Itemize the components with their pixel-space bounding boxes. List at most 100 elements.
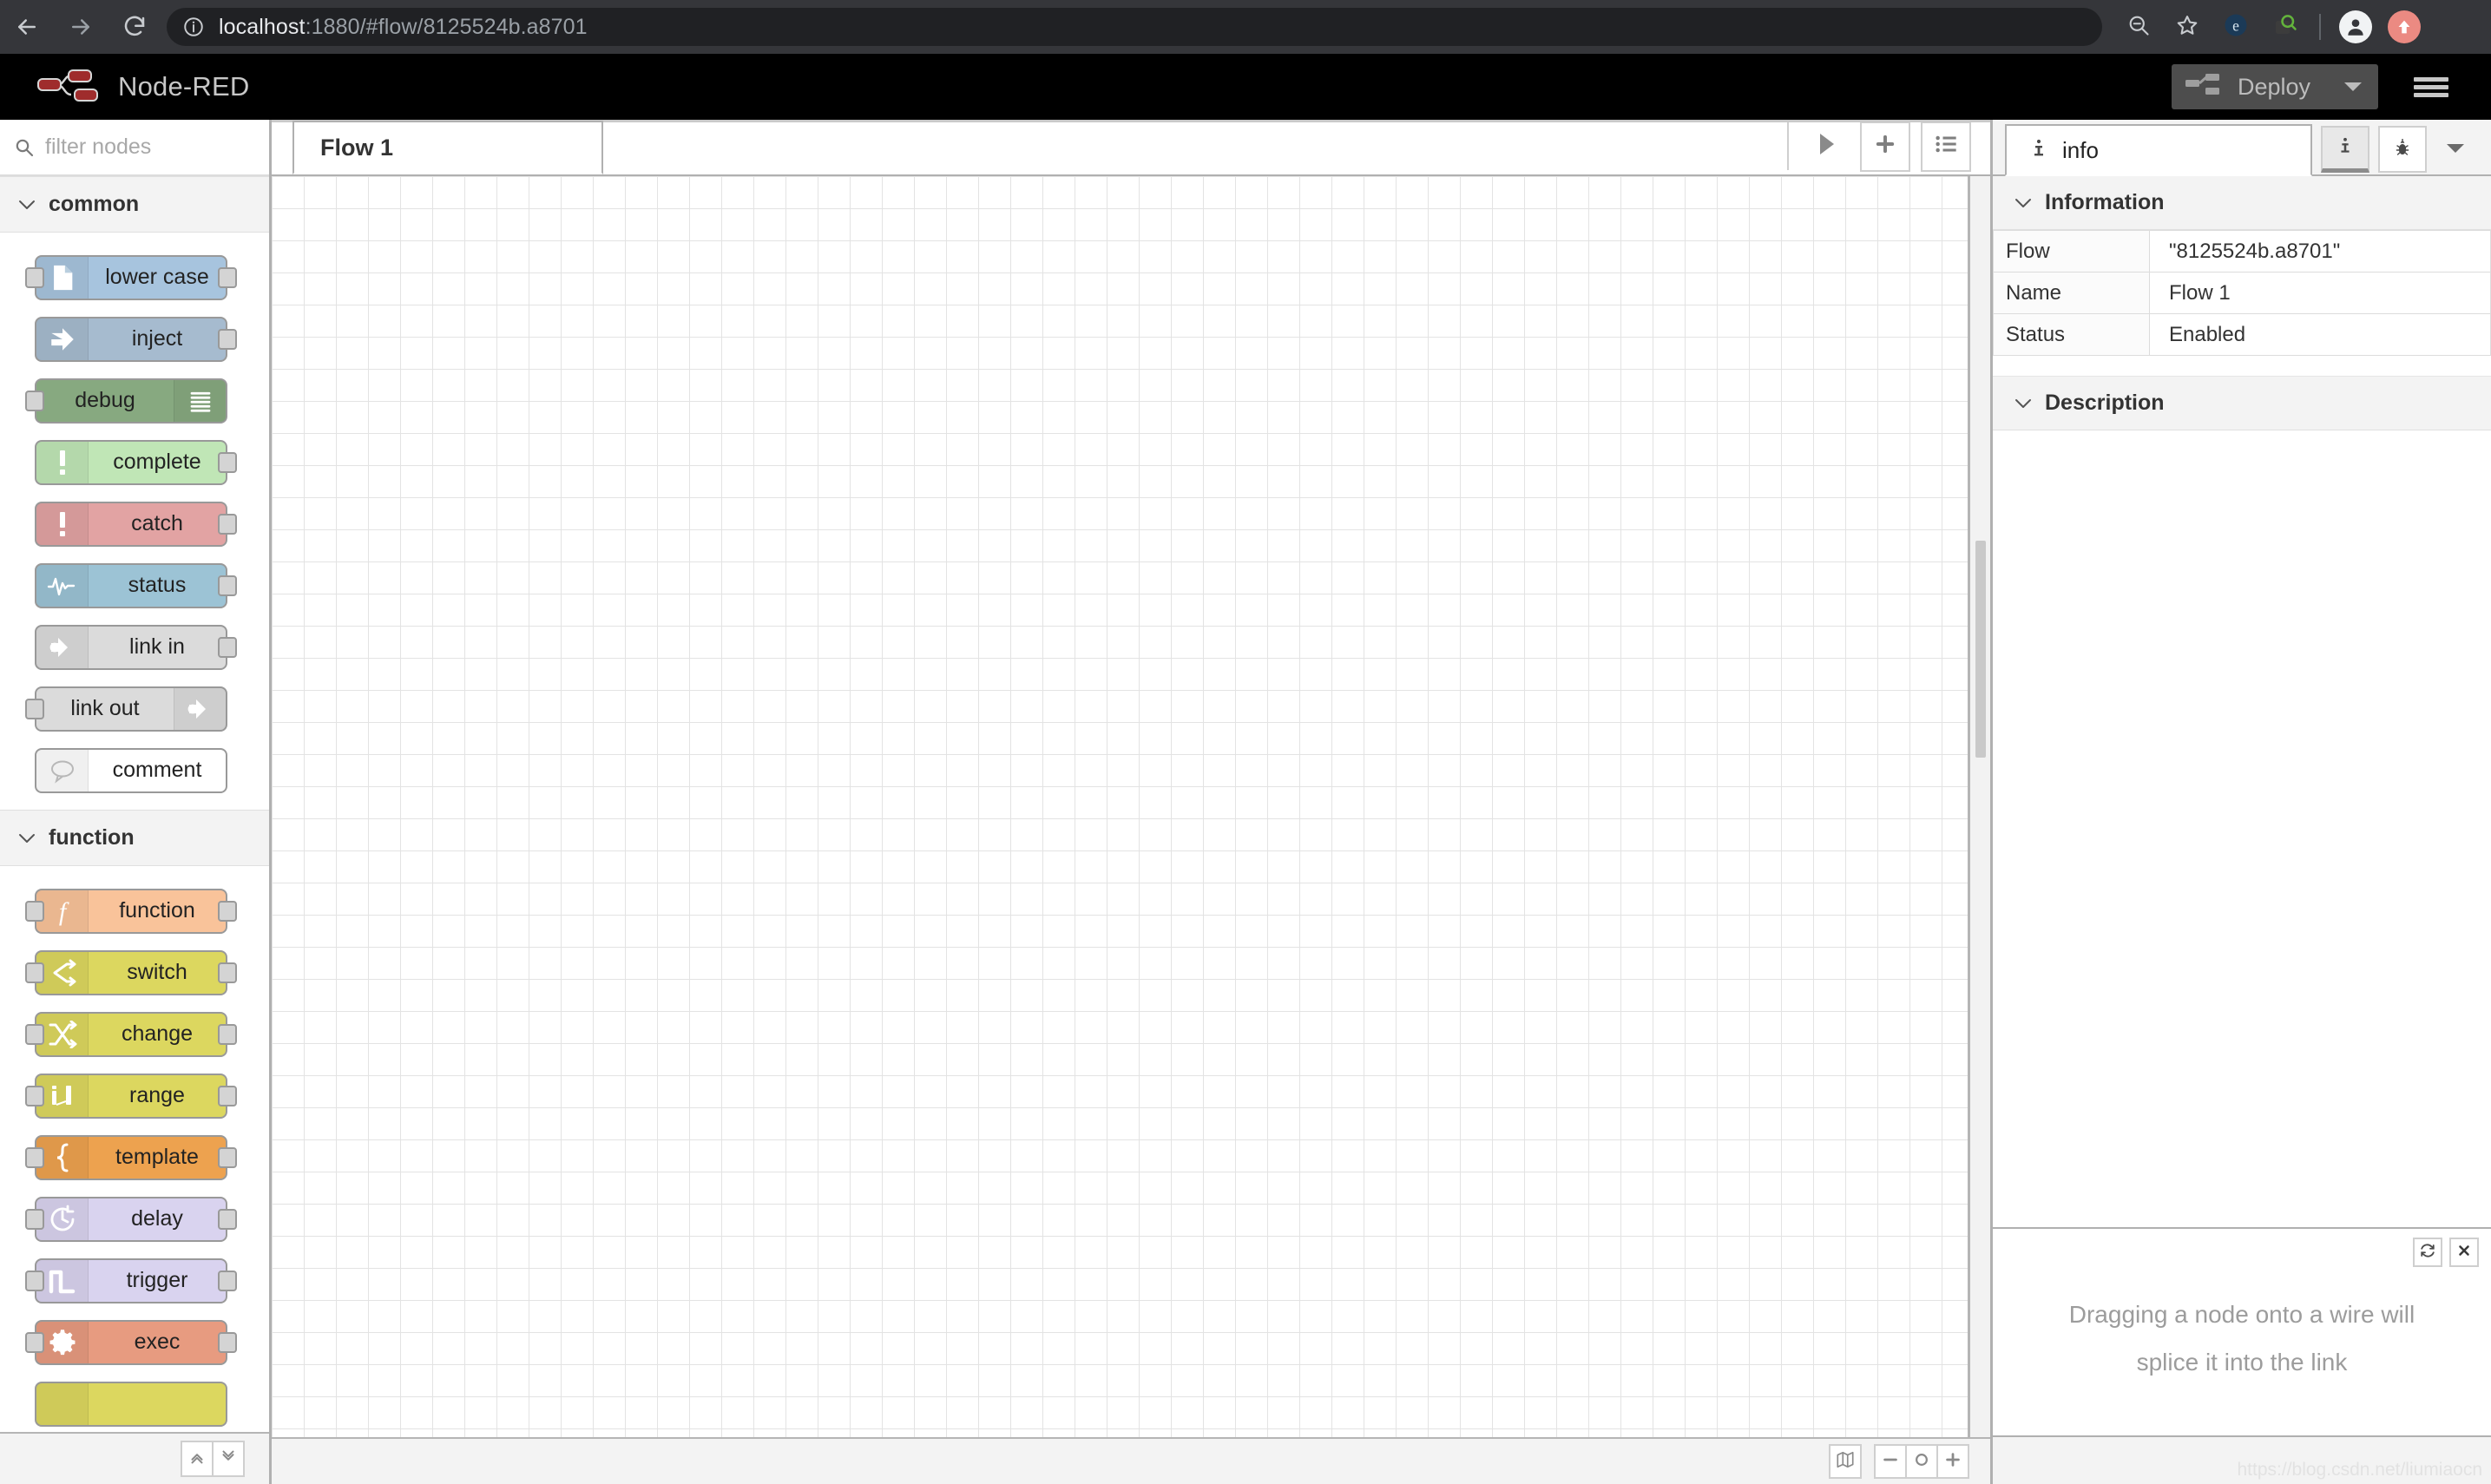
flow-canvas[interactable] bbox=[272, 176, 1990, 1437]
tip-close-button[interactable] bbox=[2449, 1238, 2479, 1267]
site-info-icon[interactable] bbox=[182, 16, 205, 38]
sidebar-more-button[interactable] bbox=[2432, 126, 2479, 173]
node-input-port[interactable] bbox=[25, 1208, 44, 1230]
palette-node-switch[interactable]: switch bbox=[0, 942, 269, 1003]
node-input-port[interactable] bbox=[25, 266, 44, 288]
update-button[interactable] bbox=[2380, 0, 2429, 54]
palette-node[interactable]: template bbox=[25, 1134, 237, 1180]
palette-node-lower-case[interactable]: lower case bbox=[0, 246, 269, 308]
palette-node[interactable]: trigger bbox=[25, 1257, 237, 1303]
filter-nodes-input[interactable] bbox=[45, 135, 245, 160]
palette-node[interactable]: debug bbox=[25, 378, 227, 424]
node-output-port[interactable] bbox=[218, 636, 237, 658]
palette-node[interactable]: comment bbox=[35, 747, 227, 793]
palette-node-link-out[interactable]: link out bbox=[0, 678, 269, 739]
tip-refresh-button[interactable] bbox=[2413, 1238, 2442, 1267]
zoom-reset-button[interactable] bbox=[1905, 1444, 1938, 1479]
node-input-port[interactable] bbox=[25, 962, 44, 983]
palette-node-debug[interactable]: debug bbox=[0, 370, 269, 431]
palette-node[interactable] bbox=[35, 1381, 227, 1427]
zoom-out-button[interactable] bbox=[1874, 1444, 1907, 1479]
palette-node[interactable]: catch bbox=[35, 501, 237, 547]
list-flows-button[interactable] bbox=[1921, 121, 1971, 172]
node-output-port[interactable] bbox=[218, 513, 237, 535]
palette-node[interactable]: link in bbox=[35, 624, 237, 670]
flow-tab-flow-1[interactable]: Flow 1 bbox=[292, 121, 603, 174]
palette-node-comment[interactable]: comment bbox=[0, 739, 269, 801]
node-input-port[interactable] bbox=[25, 698, 44, 719]
sidebar-tab-info[interactable]: info bbox=[2005, 124, 2312, 176]
reload-button[interactable] bbox=[108, 0, 161, 54]
palette-node[interactable]: f function bbox=[25, 888, 237, 934]
node-output-port[interactable] bbox=[218, 451, 237, 473]
main-menu-button[interactable] bbox=[2401, 61, 2461, 113]
node-input-port[interactable] bbox=[25, 1270, 44, 1291]
extension-search-button[interactable] bbox=[2260, 0, 2309, 54]
profile-button[interactable] bbox=[2331, 0, 2380, 54]
sidebar-action-info[interactable] bbox=[2321, 126, 2369, 173]
node-input-port[interactable] bbox=[25, 1085, 44, 1106]
node-output-port[interactable] bbox=[218, 266, 237, 288]
palette-node-exec[interactable]: exec bbox=[0, 1311, 269, 1373]
address-bar[interactable]: localhost:1880/#flow/8125524b.a8701 bbox=[167, 8, 2102, 46]
palette-node-status[interactable]: status bbox=[0, 555, 269, 616]
sidebar-action-debug[interactable] bbox=[2378, 126, 2427, 173]
palette-node[interactable]: delay bbox=[25, 1196, 237, 1242]
node-output-port[interactable] bbox=[218, 1146, 237, 1168]
palette-node-catch[interactable]: catch bbox=[0, 493, 269, 555]
information-section-header[interactable]: Information bbox=[1993, 176, 2491, 230]
node-output-port[interactable] bbox=[218, 1331, 237, 1353]
palette-node-function[interactable]: f function bbox=[0, 880, 269, 942]
palette-node[interactable]: link out bbox=[25, 686, 227, 732]
canvas-vertical-scrollbar[interactable] bbox=[1968, 176, 1990, 1437]
node-output-port[interactable] bbox=[218, 900, 237, 922]
palette-search[interactable] bbox=[0, 120, 269, 176]
node-input-port[interactable] bbox=[25, 1146, 44, 1168]
palette-category-function[interactable]: function bbox=[0, 810, 269, 866]
palette-node-range[interactable]: range bbox=[0, 1065, 269, 1126]
add-flow-button[interactable] bbox=[1860, 121, 1910, 172]
node-output-port[interactable] bbox=[218, 575, 237, 596]
node-input-port[interactable] bbox=[25, 1331, 44, 1353]
palette-node-trigger[interactable]: trigger bbox=[0, 1250, 269, 1311]
node-output-port[interactable] bbox=[218, 1085, 237, 1106]
node-input-port[interactable] bbox=[25, 390, 44, 411]
palette-node[interactable]: range bbox=[25, 1073, 237, 1119]
node-input-port[interactable] bbox=[25, 1023, 44, 1045]
chevron-down-icon[interactable] bbox=[2333, 80, 2373, 94]
palette-node-partial[interactable] bbox=[0, 1373, 269, 1432]
scroll-tabs-right-button[interactable] bbox=[1803, 123, 1850, 170]
deploy-button[interactable]: Deploy bbox=[2171, 64, 2378, 109]
node-output-port[interactable] bbox=[218, 1208, 237, 1230]
palette-node[interactable]: inject bbox=[35, 316, 237, 362]
palette-node[interactable]: exec bbox=[25, 1319, 237, 1365]
description-section-header[interactable]: Description bbox=[1993, 377, 2491, 430]
palette-scroll-area[interactable]: common lower case inject debug complete catch… bbox=[0, 176, 269, 1432]
palette-category-common[interactable]: common bbox=[0, 176, 269, 233]
palette-node-change[interactable]: change bbox=[0, 1003, 269, 1065]
palette-node-inject[interactable]: inject bbox=[0, 308, 269, 370]
palette-node[interactable]: complete bbox=[35, 439, 237, 485]
palette-node[interactable]: change bbox=[25, 1011, 237, 1057]
zoom-out-button[interactable] bbox=[2114, 0, 2163, 54]
expand-all-button[interactable] bbox=[212, 1441, 245, 1477]
node-output-port[interactable] bbox=[218, 328, 237, 350]
navigator-toggle-button[interactable] bbox=[1829, 1444, 1862, 1479]
canvas-scrollbar-thumb[interactable] bbox=[1975, 541, 1986, 758]
palette-node-link-in[interactable]: link in bbox=[0, 616, 269, 678]
collapse-all-button[interactable] bbox=[181, 1441, 214, 1477]
palette-node-delay[interactable]: delay bbox=[0, 1188, 269, 1250]
extension-shield-button[interactable]: e bbox=[2212, 0, 2260, 54]
node-output-port[interactable] bbox=[218, 1270, 237, 1291]
bookmark-button[interactable] bbox=[2163, 0, 2212, 54]
back-button[interactable] bbox=[0, 0, 54, 54]
node-input-port[interactable] bbox=[25, 900, 44, 922]
palette-node[interactable]: status bbox=[35, 562, 237, 608]
node-output-port[interactable] bbox=[218, 962, 237, 983]
forward-button[interactable] bbox=[54, 0, 108, 54]
palette-node[interactable]: switch bbox=[25, 949, 237, 995]
palette-node[interactable]: lower case bbox=[25, 254, 237, 300]
palette-node-template[interactable]: template bbox=[0, 1126, 269, 1188]
zoom-in-button[interactable] bbox=[1936, 1444, 1969, 1479]
palette-node-complete[interactable]: complete bbox=[0, 431, 269, 493]
